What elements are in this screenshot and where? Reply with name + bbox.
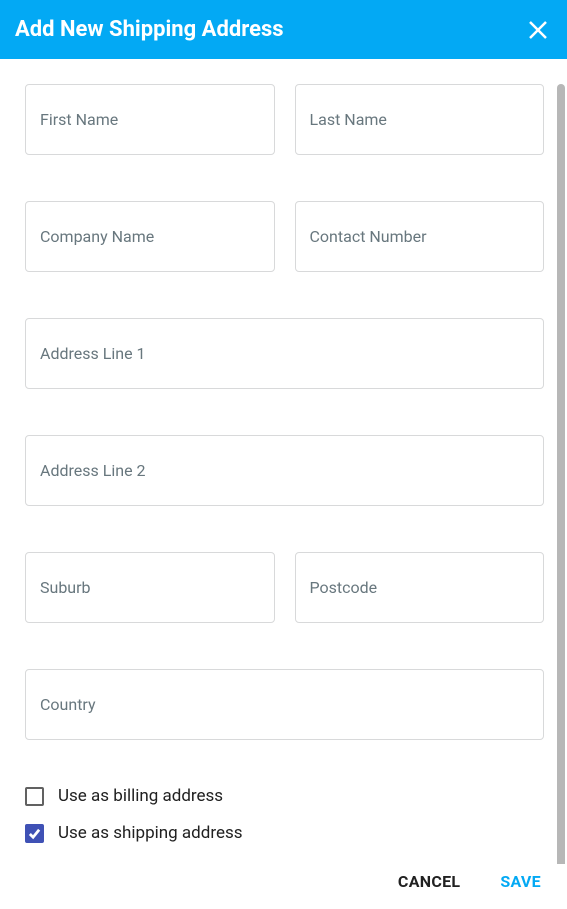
address-line-1-field[interactable] [25, 318, 544, 389]
last-name-field[interactable] [295, 84, 545, 155]
dialog-content-wrapper: Use as billing address Use as shipping a… [0, 59, 567, 864]
close-icon[interactable] [528, 20, 548, 40]
dialog-actions: Cancel Save [0, 864, 567, 909]
save-button[interactable]: Save [500, 872, 541, 891]
address-line-2-field[interactable] [25, 435, 544, 506]
form-row-address1 [25, 318, 544, 389]
shipping-address-dialog: Add New Shipping Address [0, 0, 567, 909]
first-name-field[interactable] [25, 84, 275, 155]
country-field[interactable] [25, 669, 544, 740]
contact-number-field[interactable] [295, 201, 545, 272]
dialog-header: Add New Shipping Address [0, 0, 567, 59]
form-row-country [25, 669, 544, 740]
dialog-content: Use as billing address Use as shipping a… [0, 59, 567, 864]
company-name-field[interactable] [25, 201, 275, 272]
checkbox-label: Use as billing address [58, 786, 223, 806]
suburb-field[interactable] [25, 552, 275, 623]
form-row-contact [25, 201, 544, 272]
dialog-title: Add New Shipping Address [15, 17, 284, 42]
cancel-button[interactable]: Cancel [398, 872, 460, 891]
checkbox-group: Use as billing address Use as shipping a… [25, 786, 544, 843]
checkbox-label: Use as shipping address [58, 823, 243, 843]
form-row-suburb [25, 552, 544, 623]
billing-address-checkbox[interactable]: Use as billing address [25, 786, 544, 806]
scrollbar[interactable] [557, 84, 565, 864]
postcode-field[interactable] [295, 552, 545, 623]
form-row-name [25, 84, 544, 155]
checkbox-box [25, 824, 44, 843]
checkbox-box [25, 787, 44, 806]
shipping-address-checkbox[interactable]: Use as shipping address [25, 823, 544, 843]
form-row-address2 [25, 435, 544, 506]
check-icon [28, 827, 41, 840]
